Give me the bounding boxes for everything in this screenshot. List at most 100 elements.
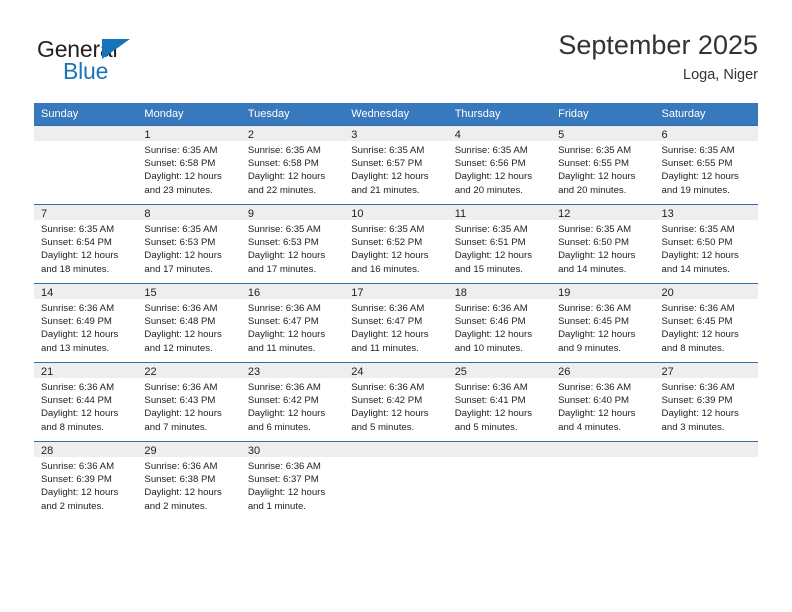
- day-detail-line: Sunset: 6:47 PM: [247, 316, 319, 328]
- day-details: Sunrise: 6:36 AM Sunset: 6:37 PM Daylight:…: [241, 457, 344, 513]
- day-details: Sunrise: 6:36 AM Sunset: 6:42 PM Daylight:…: [241, 378, 344, 434]
- day-detail-line: Sunrise: 6:35 AM: [661, 224, 735, 235]
- day-number: 4: [447, 126, 552, 141]
- calendar-day-cell[interactable]: 9 Sunrise: 6:35 AM Sunset: 6:53 PM Daylight…: [240, 204, 345, 284]
- day-number: 24: [344, 363, 448, 378]
- calendar-day-cell[interactable]: 24 Sunrise: 6:36 AM Sunset: 6:42 PM Dayligh…: [344, 362, 448, 442]
- day-number: 1: [137, 126, 241, 141]
- day-detail-line: Daylight: 12 hours: [41, 408, 119, 420]
- day-detail-line: Daylight: 12 hours: [351, 250, 429, 262]
- calendar-day-cell[interactable]: 22 Sunrise: 6:36 AM Sunset: 6:43 PM Dayligh…: [137, 362, 241, 442]
- calendar-day-cell[interactable]: 29 Sunrise: 6:36 AM Sunset: 6:38 PM Dayligh…: [137, 441, 241, 520]
- day-detail-line: Sunset: 6:44 PM: [41, 395, 112, 407]
- day-detail-line: and 10 minutes.: [454, 342, 523, 354]
- day-detail-line: Daylight: 12 hours: [247, 329, 326, 341]
- page-title: September 2025: [558, 30, 758, 60]
- day-number: [654, 442, 758, 457]
- day-detail-line: and 20 minutes.: [454, 184, 523, 196]
- day-detail-line: Daylight: 12 hours: [454, 171, 533, 183]
- calendar-day-cell[interactable]: 26 Sunrise: 6:36 AM Sunset: 6:40 PM Dayligh…: [551, 362, 655, 442]
- day-number: 13: [654, 205, 758, 220]
- day-number: 16: [240, 284, 345, 299]
- day-number: 12: [551, 205, 655, 220]
- day-detail-line: Sunset: 6:39 PM: [41, 474, 112, 486]
- day-detail-line: Sunrise: 6:35 AM: [351, 145, 425, 156]
- day-detail-line: Sunset: 6:50 PM: [661, 237, 733, 249]
- day-detail-line: and 19 minutes.: [661, 184, 730, 196]
- calendar-day-cell[interactable]: 30 Sunrise: 6:36 AM Sunset: 6:37 PM Dayligh…: [240, 441, 345, 520]
- calendar-day-cell[interactable]: 17 Sunrise: 6:36 AM Sunset: 6:47 PM Dayligh…: [344, 283, 448, 363]
- day-detail-line: Sunrise: 6:36 AM: [454, 382, 528, 393]
- day-detail-line: Daylight: 12 hours: [558, 408, 636, 420]
- day-details: Sunrise: 6:36 AM Sunset: 6:41 PM Daylight:…: [448, 378, 551, 434]
- calendar-day-cell-empty: [447, 441, 552, 520]
- day-details: Sunrise: 6:35 AM Sunset: 6:57 PM Daylight:…: [344, 141, 447, 197]
- day-details: Sunrise: 6:35 AM Sunset: 6:53 PM Daylight:…: [137, 220, 240, 276]
- day-detail-line: Sunset: 6:45 PM: [661, 316, 733, 328]
- day-detail-line: and 20 minutes.: [558, 184, 627, 196]
- calendar-day-cell[interactable]: 20 Sunrise: 6:36 AM Sunset: 6:45 PM Dayligh…: [654, 283, 758, 363]
- day-detail-line: Sunrise: 6:35 AM: [558, 145, 632, 156]
- calendar-day-cell[interactable]: 6 Sunrise: 6:35 AM Sunset: 6:55 PM Daylight…: [654, 125, 758, 205]
- logo-general-blue[interactable]: General Blue: [34, 36, 234, 92]
- day-detail-line: Sunrise: 6:36 AM: [351, 303, 425, 314]
- day-detail-line: Sunrise: 6:36 AM: [661, 303, 735, 314]
- weekday-header-wednesday: Wednesday: [344, 103, 448, 126]
- day-detail-line: and 4 minutes.: [558, 421, 622, 433]
- day-detail-line: Sunset: 6:58 PM: [247, 158, 319, 170]
- day-details: Sunrise: 6:35 AM Sunset: 6:53 PM Daylight:…: [241, 220, 344, 276]
- calendar-day-cell[interactable]: 19 Sunrise: 6:36 AM Sunset: 6:45 PM Dayligh…: [551, 283, 655, 363]
- day-detail-line: and 22 minutes.: [247, 184, 317, 196]
- calendar-day-cell[interactable]: 15 Sunrise: 6:36 AM Sunset: 6:48 PM Dayligh…: [137, 283, 241, 363]
- day-number: 8: [137, 205, 241, 220]
- calendar-day-cell[interactable]: 5 Sunrise: 6:35 AM Sunset: 6:55 PM Daylight…: [551, 125, 655, 205]
- calendar-day-cell[interactable]: 23 Sunrise: 6:36 AM Sunset: 6:42 PM Dayligh…: [240, 362, 345, 442]
- day-number: 11: [447, 205, 552, 220]
- day-detail-line: Sunset: 6:56 PM: [454, 158, 526, 170]
- calendar-body: 1 Sunrise: 6:35 AM Sunset: 6:58 PM Daylight…: [34, 125, 758, 520]
- day-detail-line: Sunset: 6:47 PM: [351, 316, 423, 328]
- calendar-day-cell[interactable]: 3 Sunrise: 6:35 AM Sunset: 6:57 PM Daylight…: [344, 125, 448, 205]
- calendar-day-cell[interactable]: 16 Sunrise: 6:36 AM Sunset: 6:47 PM Dayligh…: [240, 283, 345, 363]
- day-details: Sunrise: 6:35 AM Sunset: 6:58 PM Daylight:…: [137, 141, 240, 197]
- day-detail-line: Sunrise: 6:36 AM: [144, 303, 218, 314]
- calendar-day-cell[interactable]: 10 Sunrise: 6:35 AM Sunset: 6:52 PM Dayligh…: [344, 204, 448, 284]
- calendar-day-cell[interactable]: 13 Sunrise: 6:35 AM Sunset: 6:50 PM Dayligh…: [654, 204, 758, 284]
- calendar-day-cell[interactable]: 12 Sunrise: 6:35 AM Sunset: 6:50 PM Dayligh…: [551, 204, 655, 284]
- day-detail-line: Sunrise: 6:35 AM: [661, 145, 735, 156]
- day-detail-line: and 23 minutes.: [144, 184, 213, 196]
- calendar-day-cell[interactable]: 28 Sunrise: 6:36 AM Sunset: 6:39 PM Dayligh…: [34, 441, 138, 520]
- day-details: Sunrise: 6:35 AM Sunset: 6:55 PM Daylight:…: [551, 141, 654, 197]
- calendar-day-cell[interactable]: 7 Sunrise: 6:35 AM Sunset: 6:54 PM Daylight…: [34, 204, 138, 284]
- day-number: 25: [447, 363, 552, 378]
- calendar-day-cell[interactable]: 8 Sunrise: 6:35 AM Sunset: 6:53 PM Daylight…: [137, 204, 241, 284]
- day-detail-line: Daylight: 12 hours: [144, 171, 222, 183]
- calendar-day-cell[interactable]: 18 Sunrise: 6:36 AM Sunset: 6:46 PM Dayligh…: [447, 283, 552, 363]
- day-detail-line: Daylight: 12 hours: [351, 171, 429, 183]
- day-number: 23: [240, 363, 345, 378]
- calendar-day-cell[interactable]: 21 Sunrise: 6:36 AM Sunset: 6:44 PM Dayligh…: [34, 362, 138, 442]
- day-detail-line: Daylight: 12 hours: [247, 408, 326, 420]
- day-detail-line: Daylight: 12 hours: [454, 408, 533, 420]
- day-detail-line: and 6 minutes.: [247, 421, 311, 433]
- day-number: [551, 442, 655, 457]
- calendar-day-cell[interactable]: 14 Sunrise: 6:36 AM Sunset: 6:49 PM Dayligh…: [34, 283, 138, 363]
- day-detail-line: Sunset: 6:39 PM: [661, 395, 733, 407]
- day-number: 9: [240, 205, 345, 220]
- day-detail-line: and 14 minutes.: [661, 263, 730, 275]
- calendar-day-cell[interactable]: 11 Sunrise: 6:35 AM Sunset: 6:51 PM Dayligh…: [447, 204, 552, 284]
- weekday-header-row: Sunday Monday Tuesday Wednesday Thursday Frid…: [34, 103, 758, 126]
- calendar-day-cell[interactable]: 27 Sunrise: 6:36 AM Sunset: 6:39 PM Dayligh…: [654, 362, 758, 442]
- day-detail-line: and 17 minutes.: [144, 263, 213, 275]
- day-number: [447, 442, 552, 457]
- calendar-day-cell[interactable]: 1 Sunrise: 6:35 AM Sunset: 6:58 PM Daylight…: [137, 125, 241, 205]
- day-details: Sunrise: 6:36 AM Sunset: 6:44 PM Daylight:…: [34, 378, 137, 434]
- calendar-day-cell[interactable]: 2 Sunrise: 6:35 AM Sunset: 6:58 PM Daylight…: [240, 125, 345, 205]
- calendar-day-cell[interactable]: 4 Sunrise: 6:35 AM Sunset: 6:56 PM Daylight…: [447, 125, 552, 205]
- calendar-page: General Blue September 2025 Loga, Niger …: [0, 0, 792, 612]
- day-detail-line: Sunrise: 6:36 AM: [41, 461, 115, 472]
- day-detail-line: Sunset: 6:38 PM: [144, 474, 216, 486]
- day-detail-line: Daylight: 12 hours: [247, 487, 326, 499]
- calendar-day-cell[interactable]: 25 Sunrise: 6:36 AM Sunset: 6:41 PM Dayligh…: [447, 362, 552, 442]
- day-detail-line: Daylight: 12 hours: [661, 408, 739, 420]
